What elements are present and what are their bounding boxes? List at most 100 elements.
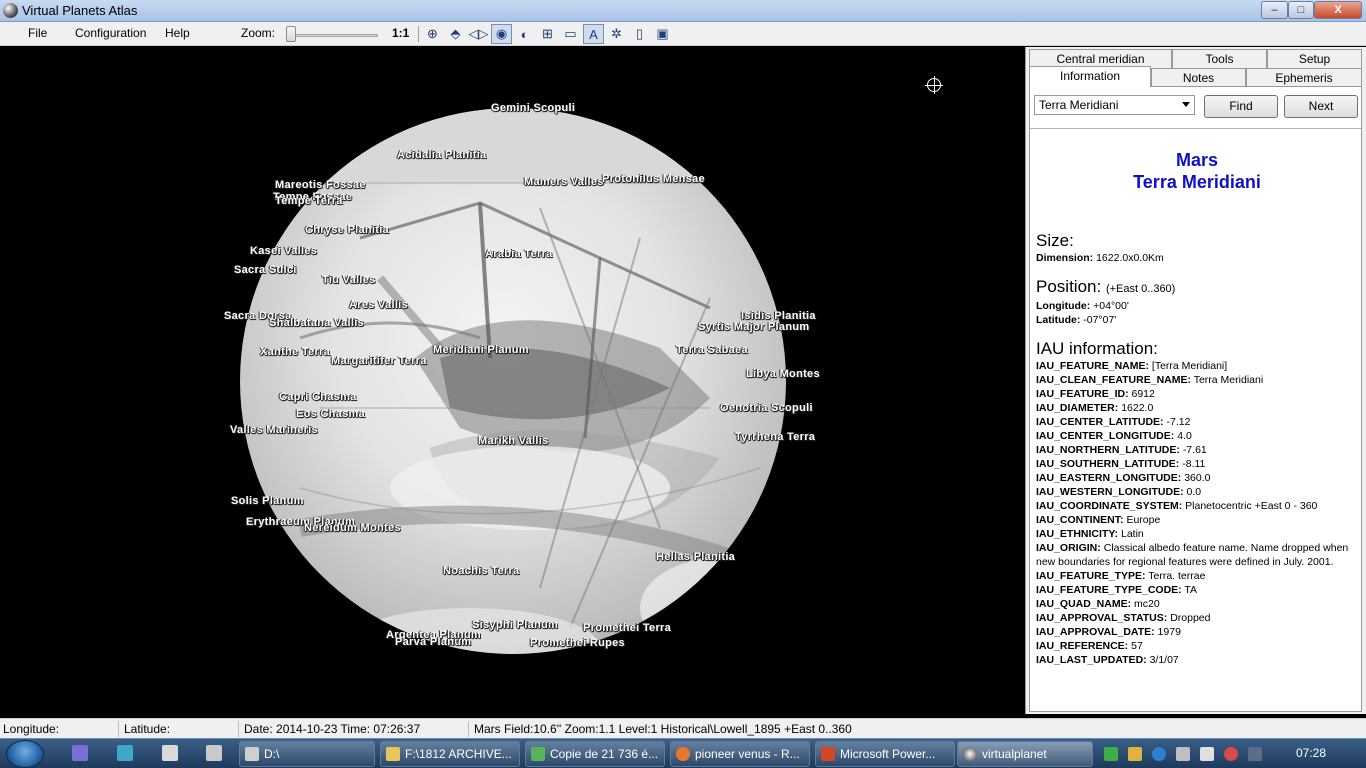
zoom-slider[interactable] [286, 26, 378, 42]
feature-label[interactable]: Meridiani Planum [433, 344, 529, 356]
clock[interactable]: 07:28 [1296, 746, 1326, 760]
feature-label[interactable]: Eos Chasma [296, 408, 365, 420]
feature-label[interactable]: Gemini Scopuli [491, 102, 575, 114]
feature-label[interactable]: Protonilus Mensae [602, 173, 705, 185]
tray-app-icon[interactable] [1152, 747, 1166, 761]
map-view[interactable]: Gemini Scopuli Acidalia Planitia Mareoti… [1, 47, 1024, 714]
tray-device-icon[interactable] [1200, 747, 1214, 761]
next-button[interactable]: Next [1284, 95, 1358, 118]
flip-vertical-icon[interactable]: ⬘ [445, 24, 466, 44]
tab-tools[interactable]: Tools [1172, 49, 1267, 68]
iau-key: IAU_WESTERN_LONGITUDE: [1036, 486, 1184, 498]
tray-network-icon[interactable] [1128, 747, 1142, 761]
position-note: (+East 0..360) [1105, 283, 1176, 295]
taskbar-item-label: Microsoft Power... [840, 747, 936, 761]
tab-setup[interactable]: Setup [1267, 49, 1362, 68]
feature-label[interactable]: Parva Planum [395, 636, 471, 648]
feature-label[interactable]: Margaritifer Terra [331, 355, 427, 367]
feature-label[interactable]: Tyrrhena Terra [735, 431, 815, 443]
grid-icon[interactable]: ⊞ [537, 24, 558, 44]
zoom-value: 1:1 [392, 26, 410, 40]
taskbar-item[interactable]: Microsoft Power... [815, 741, 955, 767]
feature-label[interactable]: Promethei Terra [583, 622, 671, 634]
taskbar-item[interactable]: pioneer venus - R... [670, 741, 810, 767]
taskbar-item[interactable]: Copie de 21 736 é... [525, 741, 665, 767]
feature-label[interactable]: Arabia Terra [485, 248, 553, 260]
taskbar-item[interactable]: virtualplanet [957, 741, 1093, 767]
quicklaunch-app-icon[interactable] [117, 745, 133, 761]
iau-value: 57 [1131, 640, 1143, 652]
iau-key: IAU_DIAMETER: [1036, 402, 1119, 414]
feature-label[interactable]: Noachis Terra [443, 565, 519, 577]
feature-label[interactable]: Libya Montes [746, 368, 820, 380]
start-button[interactable] [6, 740, 44, 768]
tab-information[interactable]: Information [1029, 66, 1151, 87]
find-button[interactable]: Find [1204, 95, 1278, 118]
tray-volume-icon[interactable] [1224, 747, 1238, 761]
tab-notes[interactable]: Notes [1151, 68, 1246, 87]
feature-label[interactable]: Syrtis Major Planum [698, 321, 809, 333]
iau-key: IAU_LAST_UPDATED: [1036, 654, 1147, 666]
feature-label[interactable]: Solis Planum [231, 495, 304, 507]
maximize-button[interactable]: □ [1288, 1, 1314, 19]
feature-label[interactable]: Chryse Planitia [305, 224, 389, 236]
iau-value: 6912 [1131, 388, 1155, 400]
tray-app-icon[interactable] [1176, 747, 1190, 761]
feature-label[interactable]: Acidalia Planitia [397, 149, 486, 161]
tab-ephemeris[interactable]: Ephemeris [1246, 68, 1362, 87]
feature-label[interactable]: Shalbatana Vallis [269, 317, 364, 329]
chevron-down-icon[interactable] [1182, 102, 1190, 107]
feature-label[interactable]: Tempe Terra [275, 195, 343, 207]
iau-row: IAU_CONTINENT: Europe [1036, 513, 1358, 527]
feature-label[interactable]: Xanthe Terra [260, 346, 330, 358]
feature-label[interactable]: Mareotis Fossae [275, 179, 366, 191]
feature-label[interactable]: Marikh Vallis [478, 435, 549, 447]
feature-label[interactable]: Valles Marineris [230, 424, 318, 436]
iau-row: IAU_NORTHERN_LATITUDE: -7.61 [1036, 443, 1358, 457]
status-separator [238, 721, 239, 737]
feature-label[interactable]: Tiu Valles [322, 274, 376, 286]
feature-label[interactable]: Sacra Sulci [234, 264, 297, 276]
feature-select[interactable]: Terra Meridiani [1034, 95, 1195, 115]
iau-row: IAU_LAST_UPDATED: 3/1/07 [1036, 653, 1358, 667]
taskbar-item[interactable]: F:\1812 ARCHIVE... [380, 741, 520, 767]
menu-help[interactable]: Help [165, 26, 190, 40]
tray-check-icon[interactable] [1104, 747, 1118, 761]
zoom-label: Zoom: [241, 26, 276, 40]
feature-label[interactable]: Capri Chasma [279, 391, 357, 403]
center-target-icon[interactable]: ⊕ [422, 24, 443, 44]
menu-configuration[interactable]: Configuration [75, 26, 146, 40]
zoom-slider-thumb[interactable] [286, 26, 296, 42]
feature-label[interactable]: Ares Vallis [349, 299, 408, 311]
feature-label[interactable]: Mamers Valles [524, 176, 604, 188]
scale-icon[interactable]: ▭ [560, 24, 581, 44]
iau-key: IAU_QUAD_NAME: [1036, 598, 1132, 610]
phase-icon[interactable]: ◐ [514, 24, 535, 44]
quicklaunch-notepad-icon[interactable] [162, 745, 178, 761]
feature-label[interactable]: Promethei Rupes [530, 637, 625, 649]
feature-label[interactable]: Hellas Planitia [656, 551, 735, 563]
settings-icon[interactable]: ✲ [606, 24, 627, 44]
screen-icon[interactable]: ▣ [652, 24, 673, 44]
minimize-button[interactable]: – [1261, 1, 1288, 19]
quicklaunch-app-icon[interactable] [72, 745, 88, 761]
globe-view-icon[interactable]: ◉ [491, 24, 512, 44]
iau-key: IAU_REFERENCE: [1036, 640, 1129, 652]
quicklaunch-calculator-icon[interactable] [206, 745, 222, 761]
menu-file[interactable]: File [28, 26, 47, 40]
tray-display-icon[interactable] [1248, 747, 1262, 761]
window-title: Virtual Planets Atlas [22, 3, 138, 18]
document-icon[interactable]: ▯ [629, 24, 650, 44]
iau-row: IAU_ETHNICITY: Latin [1036, 527, 1358, 541]
close-button[interactable]: X [1314, 1, 1362, 19]
flip-horizontal-icon[interactable]: ◁▷ [468, 24, 489, 44]
feature-label[interactable]: Terra Sabaea [676, 344, 748, 356]
feature-label[interactable]: Sisyphi Planum [472, 619, 558, 631]
feature-label[interactable]: Oenotria Scopuli [720, 402, 813, 414]
feature-label[interactable]: Kasei Valles [250, 245, 317, 257]
feature-label[interactable]: Nereidum Montes [304, 522, 401, 534]
iau-key: IAU_APPROVAL_STATUS: [1036, 612, 1168, 624]
iau-value: -7.61 [1182, 444, 1207, 456]
labels-text-icon[interactable]: A [583, 24, 604, 44]
taskbar-item[interactable]: D:\ [239, 741, 375, 767]
